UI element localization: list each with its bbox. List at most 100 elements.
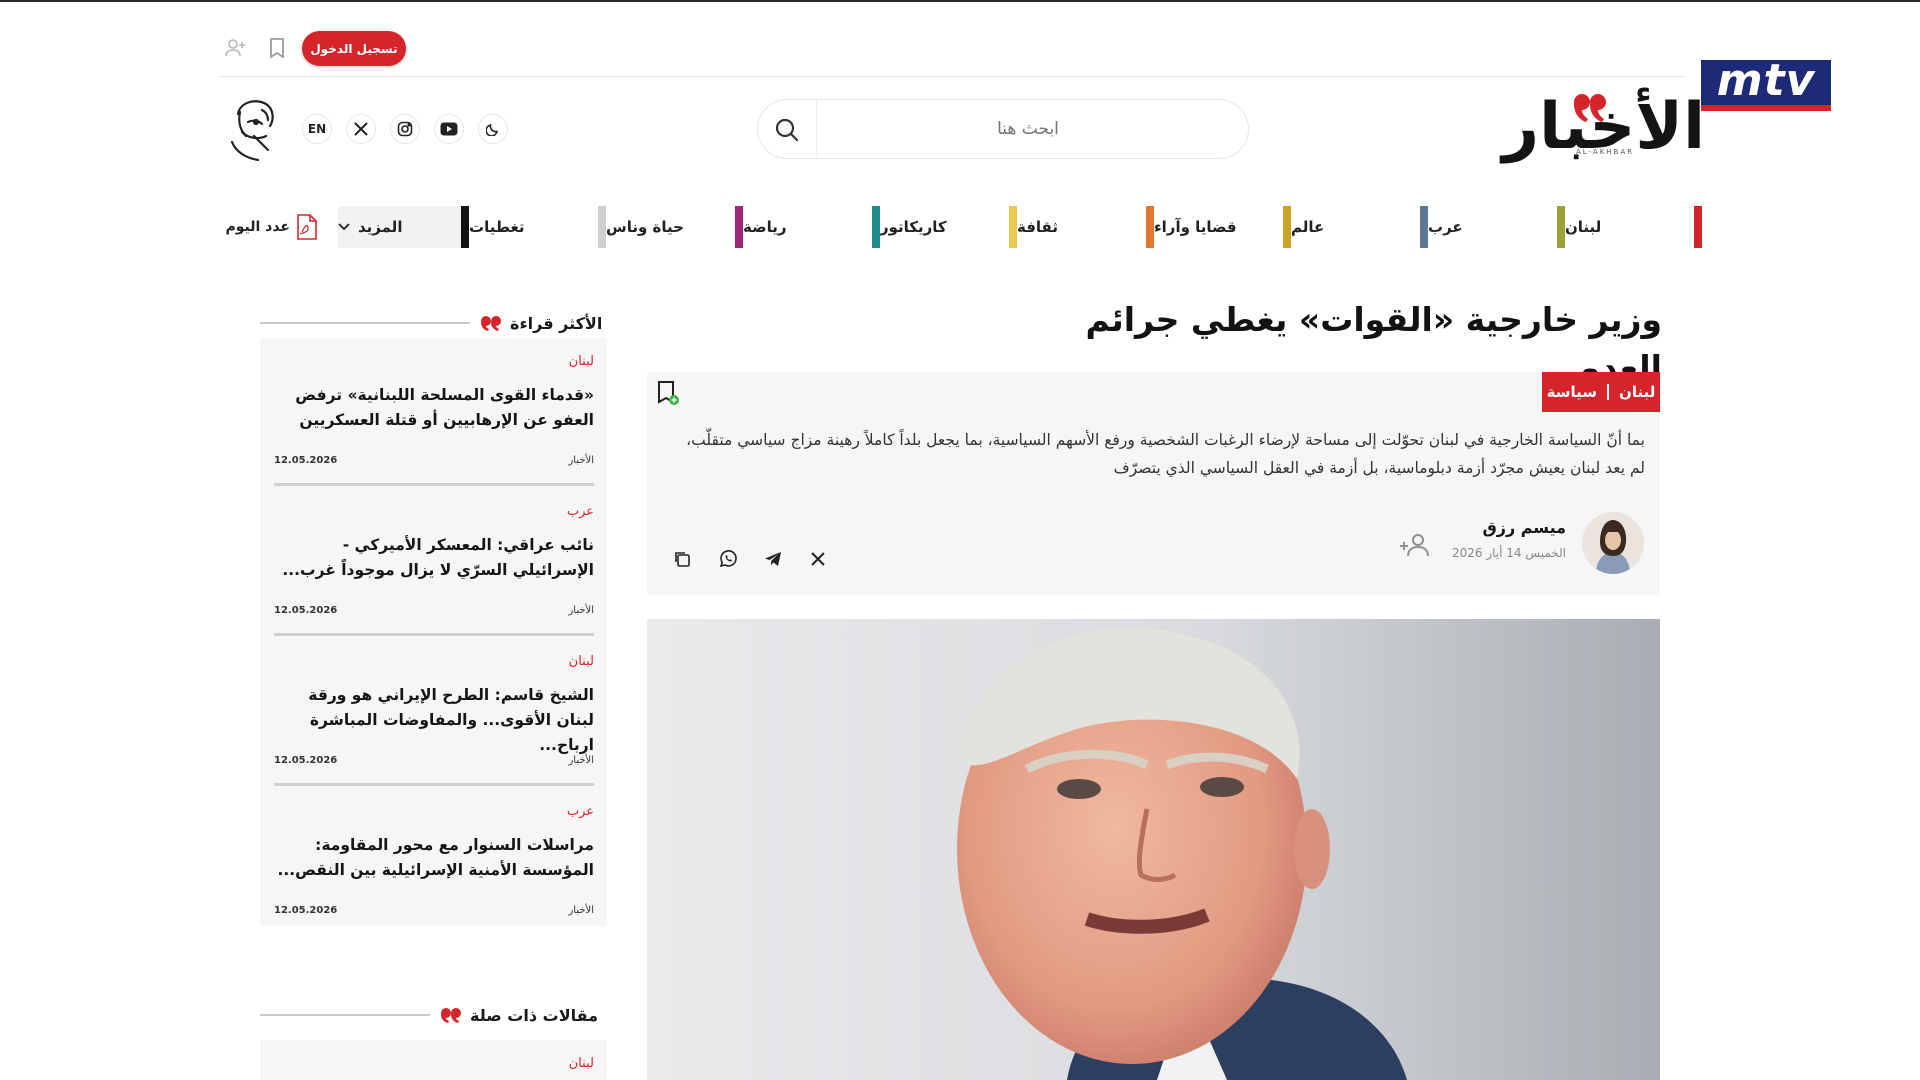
- nav-item-label: عرب: [1428, 218, 1463, 236]
- bookmark-icon[interactable]: [264, 35, 290, 61]
- quote-icon: [480, 315, 502, 331]
- list-item-source: الأخبار: [568, 605, 594, 616]
- today-issue-link[interactable]: عدد اليوم: [218, 212, 318, 242]
- list-item[interactable]: عرب مراسلات السنوار مع محور المقاومة: ال…: [274, 804, 594, 919]
- category-secondary[interactable]: سياسة: [1547, 383, 1597, 401]
- nav-item-color-bar: [1557, 206, 1565, 248]
- author-avatar[interactable]: [1582, 512, 1644, 574]
- related-title: مقالات ذات صلة: [440, 1002, 598, 1028]
- nav-item-color-bar: [1283, 206, 1291, 248]
- category-badge[interactable]: لبنان سياسة: [1542, 372, 1660, 412]
- today-issue-label: عدد اليوم: [225, 219, 290, 235]
- most-read-title-text: الأكثر قراءة: [510, 313, 603, 333]
- most-read-list: لبنان «قدماء القوى المسلحة اللبنانية» تر…: [260, 338, 607, 926]
- login-button[interactable]: تسجيل الدخول: [302, 31, 406, 66]
- follow-author-icon[interactable]: [1398, 530, 1434, 560]
- x-icon[interactable]: [346, 114, 376, 144]
- most-read-rule: [260, 322, 470, 324]
- pdf-icon: [296, 214, 318, 240]
- mtv-logo: mtv: [1701, 59, 1831, 111]
- nav-item-label: كاريكاتور: [880, 218, 947, 236]
- instagram-icon[interactable]: [390, 114, 420, 144]
- quote-icon: [440, 1007, 462, 1023]
- bookmark-add-icon[interactable]: [652, 378, 682, 408]
- search-bar: [757, 99, 1249, 159]
- nav-item-color-bar: [1694, 206, 1702, 248]
- list-item[interactable]: لبنان «قدماء القوى المسلحة اللبنانية» تر…: [274, 354, 594, 486]
- list-item-source: الأخبار: [568, 455, 594, 466]
- copy-icon[interactable]: [667, 544, 697, 574]
- list-item-category[interactable]: عرب: [274, 504, 594, 524]
- nav-item[interactable]: لبنان: [1565, 206, 1702, 248]
- nav-item-color-bar: [872, 206, 880, 248]
- caricature-logo[interactable]: [218, 92, 284, 164]
- list-item-date: 12.05.2026: [274, 755, 338, 766]
- most-read-title: الأكثر قراءة: [480, 310, 602, 336]
- list-item-category[interactable]: لبنان: [274, 654, 594, 674]
- list-item-source: الأخبار: [568, 755, 594, 766]
- publish-date: الخميس 14 أيار 2026: [1451, 546, 1566, 560]
- nav-item-label: ثقافة: [1017, 218, 1058, 236]
- language-toggle[interactable]: EN: [302, 114, 332, 144]
- nav-item-color-bar: [1009, 206, 1017, 248]
- most-read-header: الأكثر قراءة: [260, 310, 607, 336]
- nav-item-color-bar: [598, 206, 606, 248]
- chevron-down-icon: [338, 223, 350, 231]
- main-nav: لبنان عرب عالم قضايا وآراء ثقافة كاريكات…: [338, 206, 1702, 248]
- top-border: [0, 0, 1920, 2]
- nav-item[interactable]: حياة وناس: [606, 206, 743, 248]
- search-divider: [816, 100, 817, 158]
- nav-item-label: لبنان: [1565, 218, 1602, 236]
- x-share-icon[interactable]: [803, 544, 833, 574]
- list-item-source: الأخبار: [568, 905, 594, 916]
- nav-item[interactable]: كاريكاتور: [880, 206, 1017, 248]
- nav-item[interactable]: ثقافة: [1017, 206, 1154, 248]
- article-summary: بما أنّ السياسة الخارجية في لبنان تحوّلت…: [686, 431, 1645, 477]
- nav-item-label: رياضة: [743, 218, 787, 236]
- moon-icon[interactable]: [478, 114, 508, 144]
- list-item-category[interactable]: عرب: [274, 804, 594, 824]
- list-item-category[interactable]: لبنان: [274, 354, 594, 374]
- list-item-headline[interactable]: مراسلات السنوار مع محور المقاومة: المؤسس…: [274, 833, 594, 885]
- nav-item[interactable]: عرب: [1428, 206, 1565, 248]
- site-logo-latin: AL-AKHBAR: [1575, 148, 1635, 156]
- list-item[interactable]: لبنان الشيخ قاسم: الطرح الإيراني هو ورقة…: [274, 654, 594, 786]
- author-name[interactable]: ميسم رزق: [1420, 518, 1566, 542]
- related-list: لبنان: [260, 1040, 607, 1080]
- list-item-date: 12.05.2026: [274, 905, 338, 916]
- related-item-category[interactable]: لبنان: [274, 1056, 594, 1076]
- nav-item[interactable]: قضايا وآراء: [1154, 206, 1291, 248]
- nav-item[interactable]: رياضة: [743, 206, 880, 248]
- nav-item-color-bar: [735, 206, 743, 248]
- telegram-icon[interactable]: [758, 544, 788, 574]
- category-primary[interactable]: لبنان: [1619, 383, 1655, 401]
- list-divider: [274, 483, 594, 486]
- list-item-headline[interactable]: نائب عراقي: المعسكر الأميركي - الإسرائيل…: [274, 533, 594, 585]
- category-separator: [1607, 384, 1610, 400]
- add-user-icon[interactable]: [222, 35, 248, 61]
- list-item-date: 12.05.2026: [274, 455, 338, 466]
- nav-item[interactable]: تغطيات: [469, 206, 606, 248]
- list-item-headline[interactable]: «قدماء القوى المسلحة اللبنانية» ترفض الع…: [274, 383, 594, 435]
- list-divider: [274, 783, 594, 786]
- list-item[interactable]: عرب نائب عراقي: المعسكر الأميركي - الإسر…: [274, 504, 594, 636]
- nav-more-dropdown[interactable]: المزيد: [338, 206, 469, 248]
- list-item-headline[interactable]: الشيخ قاسم: الطرح الإيراني هو ورقة لبنان…: [274, 683, 594, 754]
- list-item-date: 12.05.2026: [274, 605, 338, 616]
- nav-item-label: عالم: [1291, 218, 1325, 236]
- article-photo: [647, 619, 1660, 1080]
- whatsapp-icon[interactable]: [713, 544, 743, 574]
- nav-more-label: المزيد: [358, 218, 403, 236]
- related-header: مقالات ذات صلة: [260, 1002, 607, 1028]
- nav-item-color-bar: [461, 206, 469, 248]
- nav-item[interactable]: عالم: [1291, 206, 1428, 248]
- article-headline: وزير خارجية «القوات» يغطي جرائم العدو: [1085, 300, 1662, 387]
- list-item-meta: الأخبار 12.05.2026: [274, 905, 594, 919]
- related-title-text: مقالات ذات صلة: [470, 1005, 599, 1025]
- search-input[interactable]: [818, 100, 1238, 158]
- youtube-icon[interactable]: [434, 114, 464, 144]
- nav-item-color-bar: [1420, 206, 1428, 248]
- header-divider: [218, 76, 1686, 77]
- list-divider: [274, 633, 594, 636]
- search-icon[interactable]: [772, 115, 802, 145]
